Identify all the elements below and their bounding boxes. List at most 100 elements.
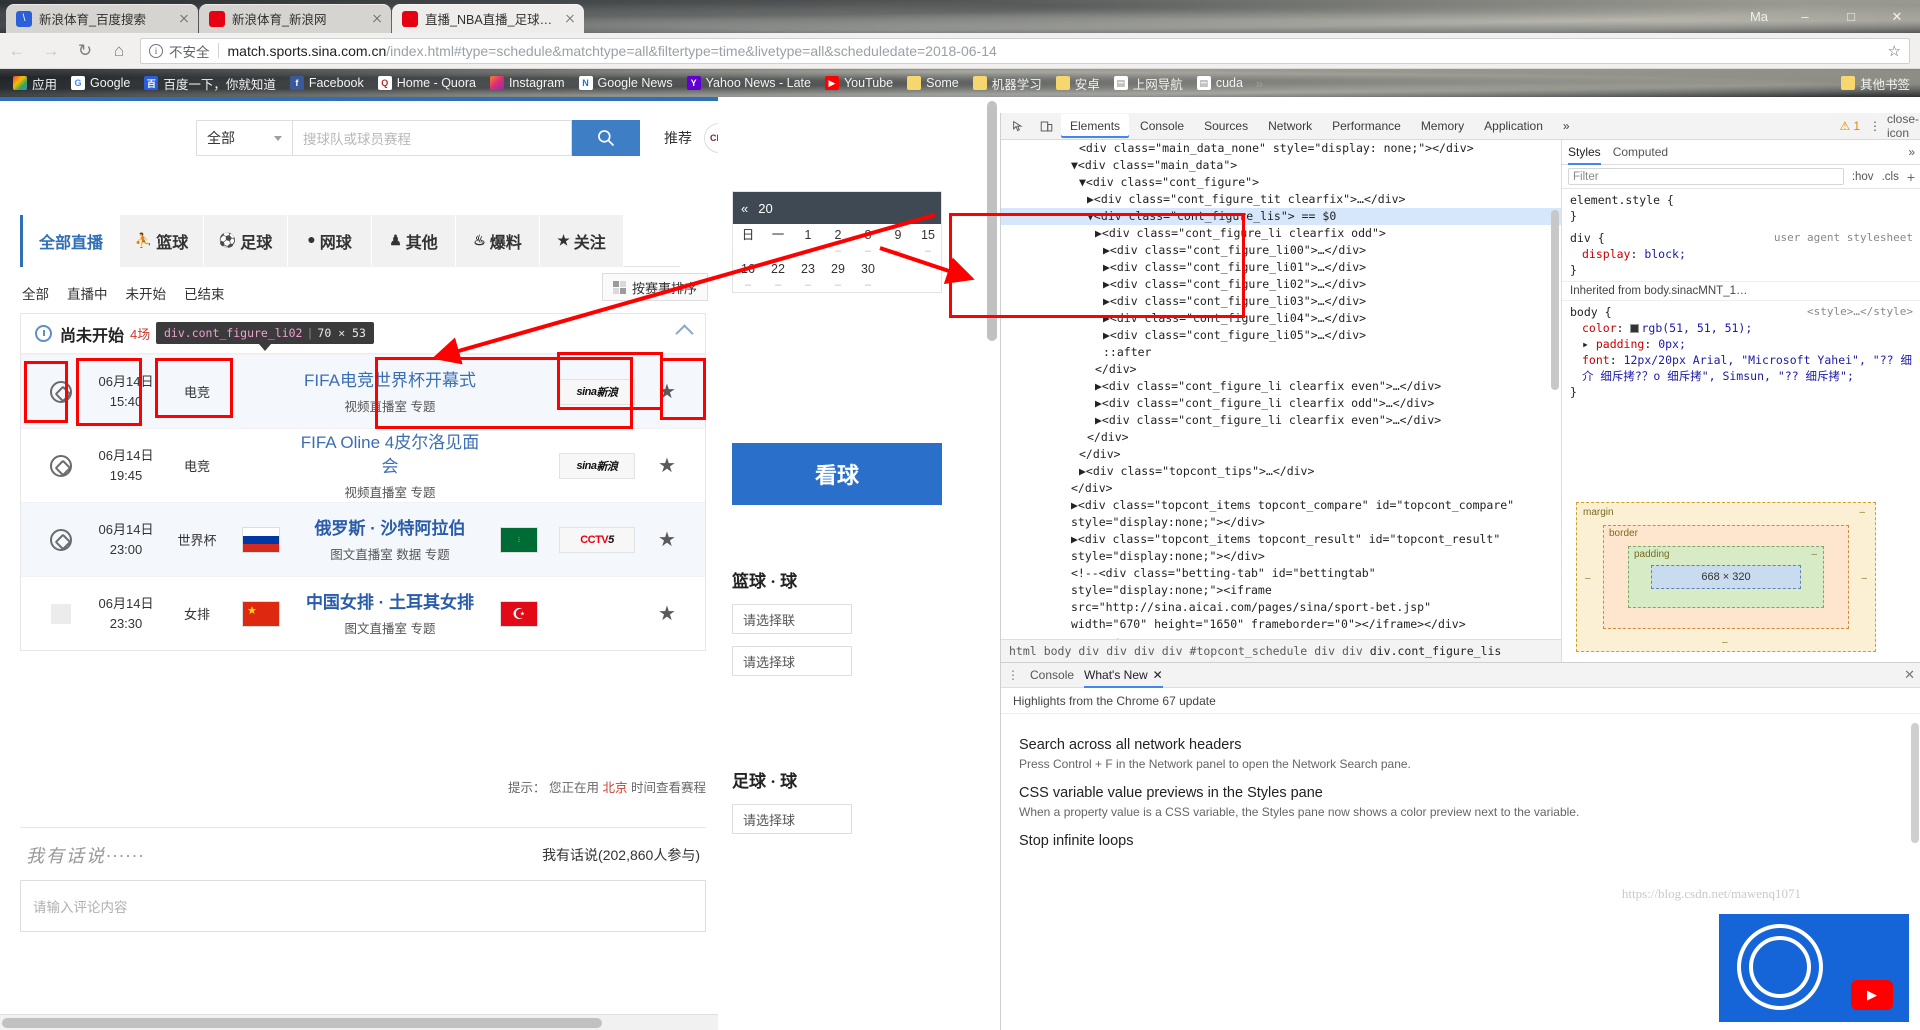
bookmark-instagram[interactable]: Instagram [483,72,572,94]
devtools-tab-memory[interactable]: Memory [1412,114,1473,138]
close-icon[interactable]: close-icon [1887,112,1919,140]
breadcrumb-item[interactable]: html [1009,644,1037,658]
dom-node-line[interactable]: ▶<div class="cont_figure_tit clearfix">…… [1001,191,1561,208]
search-button[interactable] [572,120,640,156]
favorite-star-icon[interactable]: ★ [643,601,691,626]
bookmark-nav[interactable]: ▤ 上网导航 [1107,72,1190,94]
dom-node-line[interactable]: ▶<div class="cont_figure_li clearfix eve… [1001,378,1561,395]
dom-node-line[interactable]: ▶<div class="cont_figure_li01">…</div> [1001,259,1561,276]
match-links[interactable]: 图文直播室 专题 [293,618,487,637]
calendar-day[interactable]: 22 – [763,258,793,292]
warning-badge[interactable]: ⚠ 1 [1840,119,1860,133]
kebab-menu-icon[interactable]: ⋮ [1862,114,1888,138]
bookmark-yahoo-news[interactable]: Y Yahoo News - Late [680,72,818,94]
drawer-tab-whats-new[interactable]: What's New ✕ [1084,663,1163,688]
maximize-button[interactable]: □ [1828,0,1874,33]
dom-node-line[interactable]: ▼<div class="cont_figure_lis"> == $0 [1001,208,1561,225]
page-vertical-scrollbar[interactable] [985,101,1000,661]
browser-tab-3[interactable]: 直播_NBA直播_足球直播 [392,4,584,33]
filter-upcoming[interactable]: 未开始 [126,283,167,303]
tab-football[interactable]: ⚽ 足球 [204,215,288,267]
calendar-day[interactable]: 1– [793,224,823,258]
drawer-tab-console[interactable]: Console [1030,668,1074,682]
bookmark-star-icon[interactable]: ☆ [1880,42,1901,60]
dom-node-line[interactable]: ▶<div class="cont_figure_li clearfix eve… [1001,412,1561,429]
chevron-up-icon[interactable] [675,324,694,343]
dom-node-line[interactable]: <!--<div class="betting-tab" id="betting… [1001,565,1561,582]
body-decl-font[interactable]: font: 12px/20px Arial, "Microsoft Yahei"… [1570,352,1913,384]
favorite-star-icon[interactable]: ★ [643,453,691,478]
calendar-day[interactable]: 9– [883,224,913,258]
match-title[interactable]: FIFA Oline 4皮尔洛见面会 [293,431,487,479]
body-decl-padding[interactable]: ▸ padding: 0px; [1570,336,1913,352]
bookmark-google[interactable]: G Google [64,72,137,94]
dom-node-line[interactable]: ▶<div class="cont_figure_li03">…</div> [1001,293,1561,310]
tab-scoop[interactable]: ♨ 爆料 [456,215,540,267]
div-decl[interactable]: display: block; [1570,246,1913,262]
computed-tab[interactable]: Computed [1613,145,1668,159]
sort-by-event-button[interactable]: 按赛事排序 [601,273,708,301]
devtools-tab-console[interactable]: Console [1131,114,1193,138]
youtube-play-icon[interactable]: ▶ [1851,980,1893,1010]
calendar-day[interactable]: 2– [823,224,853,258]
dom-node-line[interactable]: ▼<div class="main_data"> [1001,157,1561,174]
comment-count-label[interactable]: 我有话说(202,860人参与) [542,845,700,865]
dom-node-line[interactable]: ▶<div class="cont_figure_li00">…</div> [1001,242,1561,259]
dom-node-line[interactable]: ▶<div class="cont_figure_li clearfix odd… [1001,395,1561,412]
browser-tab-1[interactable]: \ 新浪体育_百度搜索 [6,4,198,33]
breadcrumb-item[interactable]: #topcont_schedule [1190,644,1308,658]
calendar-day[interactable]: 29 – [823,258,853,292]
other-bookmarks[interactable]: 其他书签 [1840,74,1910,93]
dom-node-line[interactable]: ▼<div class="cont_figure"> [1001,174,1561,191]
team-select[interactable]: 请选择球 [732,646,852,676]
dom-node-line[interactable]: ▶<div class="cont_figure_li04">…</div> [1001,310,1561,327]
tab-close-icon[interactable] [176,11,192,27]
dom-node-line[interactable]: </div> [1001,361,1561,378]
whats-new-item-title[interactable]: Stop infinite loops [1019,833,1903,849]
back-button[interactable]: ← [0,33,34,69]
styles-overflow-icon[interactable]: » [1908,145,1915,159]
cls-toggle[interactable]: .cls [1882,171,1899,183]
match-links[interactable]: 视频直播室 专题 [293,396,487,415]
elements-scrollbar[interactable] [1551,210,1559,390]
info-icon[interactable]: i [149,43,163,58]
search-input[interactable]: 搜球队或球员赛程 [292,120,572,156]
drawer-tab-close-icon[interactable]: ✕ [1153,668,1163,682]
search-scope-select[interactable]: 全部 [196,120,292,156]
whats-new-video-thumbnail[interactable]: ▶ [1719,914,1909,1022]
scrollbar-thumb[interactable] [2,1018,602,1028]
drawer-scrollbar[interactable] [1911,723,1919,843]
dom-node-line[interactable]: ▶<div class="cont_figure_li clearfix odd… [1001,225,1561,242]
dom-node-line[interactable]: <div class="main_data_none" style="displ… [1001,140,1561,157]
reload-button[interactable]: ↻ [68,33,102,69]
bookmark-folder-android[interactable]: 安卓 [1049,72,1107,94]
dom-node-line[interactable]: ▶<div class="cont_figure_li02">…</div> [1001,276,1561,293]
close-window-button[interactable]: ✕ [1874,0,1920,33]
dom-node-line[interactable]: ▶<div class="topcont_items topcont_compa… [1001,497,1561,514]
table-row[interactable]: 06月14日 23:30 女排 中国女排 · 土耳其女排 图文直播室 专题 ☪ ★ [21,576,705,650]
tab-all-live[interactable]: 全部直播 [20,215,120,267]
whats-new-item-title[interactable]: Search across all network headers [1019,737,1903,753]
sina-logo[interactable]: sina 新浪 [559,452,635,479]
tab-basketball[interactable]: ⛹ 篮球 [120,215,204,267]
bookmark-apps[interactable]: 应用 [6,72,64,94]
address-bar[interactable]: i 不安全 match.sports.sina.com.cn/index.htm… [140,37,1910,64]
calendar-prev-icon[interactable]: « [741,201,748,216]
bookmark-folder-ml[interactable]: 机器学习 [966,72,1049,94]
breadcrumb-item[interactable]: div [1342,644,1363,658]
inherited-target[interactable]: body.sinacMNT_1… [1644,285,1747,297]
breadcrumb-item[interactable]: div.cont_figure_lis [1370,644,1502,658]
inspect-icon[interactable] [1005,114,1031,138]
forward-button[interactable]: → [34,33,68,69]
calendar-day[interactable]: 30 – [853,258,883,292]
breadcrumb-item[interactable]: body [1044,644,1072,658]
filter-finished[interactable]: 已结束 [184,283,225,303]
devtools-tab-network[interactable]: Network [1259,114,1321,138]
color-swatch[interactable] [1630,324,1640,333]
bookmark-cuda[interactable]: ▤ cuda [1190,72,1250,94]
content-box[interactable]: 668 × 320 [1651,565,1801,589]
dom-node-line[interactable]: ▶<div class="topcont_tips">…</div> [1001,463,1561,480]
breadcrumb-item[interactable]: div [1314,644,1335,658]
device-toolbar-icon[interactable] [1033,114,1059,138]
dom-node-line[interactable]: style="display:none;"><iframe [1001,582,1561,599]
